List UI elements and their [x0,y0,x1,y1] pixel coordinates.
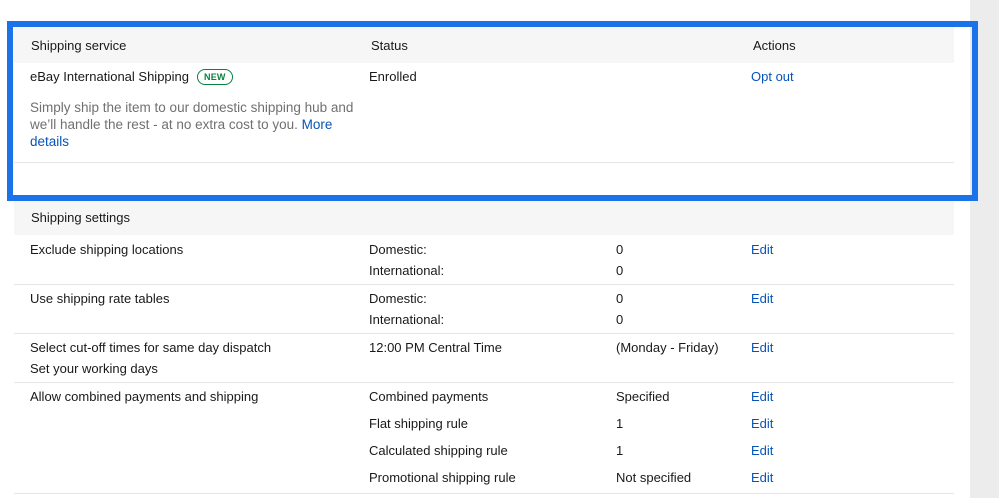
setting-label-exclude-locations: Exclude shipping locations [30,242,184,257]
edit-combined-payments-button[interactable]: Edit [751,389,773,405]
settings-header: Shipping settings [31,210,131,225]
header-status: Status [371,38,408,53]
edit-calculated-shipping-rule-button[interactable]: Edit [751,443,773,459]
divider [14,284,954,285]
opt-out-link[interactable]: Opt out [751,69,794,85]
edit-rate-tables-button[interactable]: Edit [751,291,773,307]
divider [14,493,954,494]
divider [14,162,954,163]
setting-sub-value: 1 [616,416,624,431]
setting-sub-value: 1 [616,443,624,458]
header-actions: Actions [753,38,796,53]
divider [14,382,954,383]
edit-promotional-shipping-rule-button[interactable]: Edit [751,470,773,486]
setting-sub-name: International: [369,312,445,327]
setting-sub-value: Not specified [616,470,692,485]
setting-label-cutoff-times: Select cut-off times for same day dispat… [30,340,272,355]
service-description: Simply ship the item to our domestic shi… [30,99,360,150]
setting-sub-name: Domestic: [369,242,427,257]
setting-sub-value: 0 [616,312,624,327]
setting-label-combined-payments: Allow combined payments and shipping [30,389,259,404]
setting-label-working-days: Set your working days [30,361,158,376]
setting-sub-value: Specified [616,389,670,404]
service-name-text: eBay International Shipping [30,69,190,84]
setting-sub-value: 0 [616,291,624,306]
enrollment-status: Enrolled [369,69,417,84]
setting-sub-name: Flat shipping rule [369,416,468,431]
setting-sub-name: International: [369,263,445,278]
edit-flat-shipping-rule-button[interactable]: Edit [751,416,773,432]
new-badge: NEW [197,69,233,85]
edit-cutoff-times-button[interactable]: Edit [751,340,773,356]
enrollment-row: eBay International Shipping NEW Enrolled … [14,63,954,163]
enrollment-header-row: Shipping service Status Actions [14,27,954,63]
setting-sub-name: Combined payments [369,389,489,404]
header-shipping-service: Shipping service [31,38,127,53]
edit-exclude-locations-button[interactable]: Edit [751,242,773,258]
divider [14,333,954,334]
setting-sub-name: Promotional shipping rule [369,470,516,485]
service-name: eBay International Shipping NEW [30,69,233,85]
setting-sub-value: 0 [616,263,624,278]
setting-sub-value: 0 [616,242,624,257]
setting-sub-name: Domestic: [369,291,427,306]
setting-label-rate-tables: Use shipping rate tables [30,291,170,306]
setting-sub-value: (Monday - Friday) [616,340,719,355]
page-scroll-gutter [970,0,999,498]
setting-sub-name: 12:00 PM Central Time [369,340,502,355]
settings-header-row: Shipping settings [14,201,954,235]
setting-sub-name: Calculated shipping rule [369,443,508,458]
